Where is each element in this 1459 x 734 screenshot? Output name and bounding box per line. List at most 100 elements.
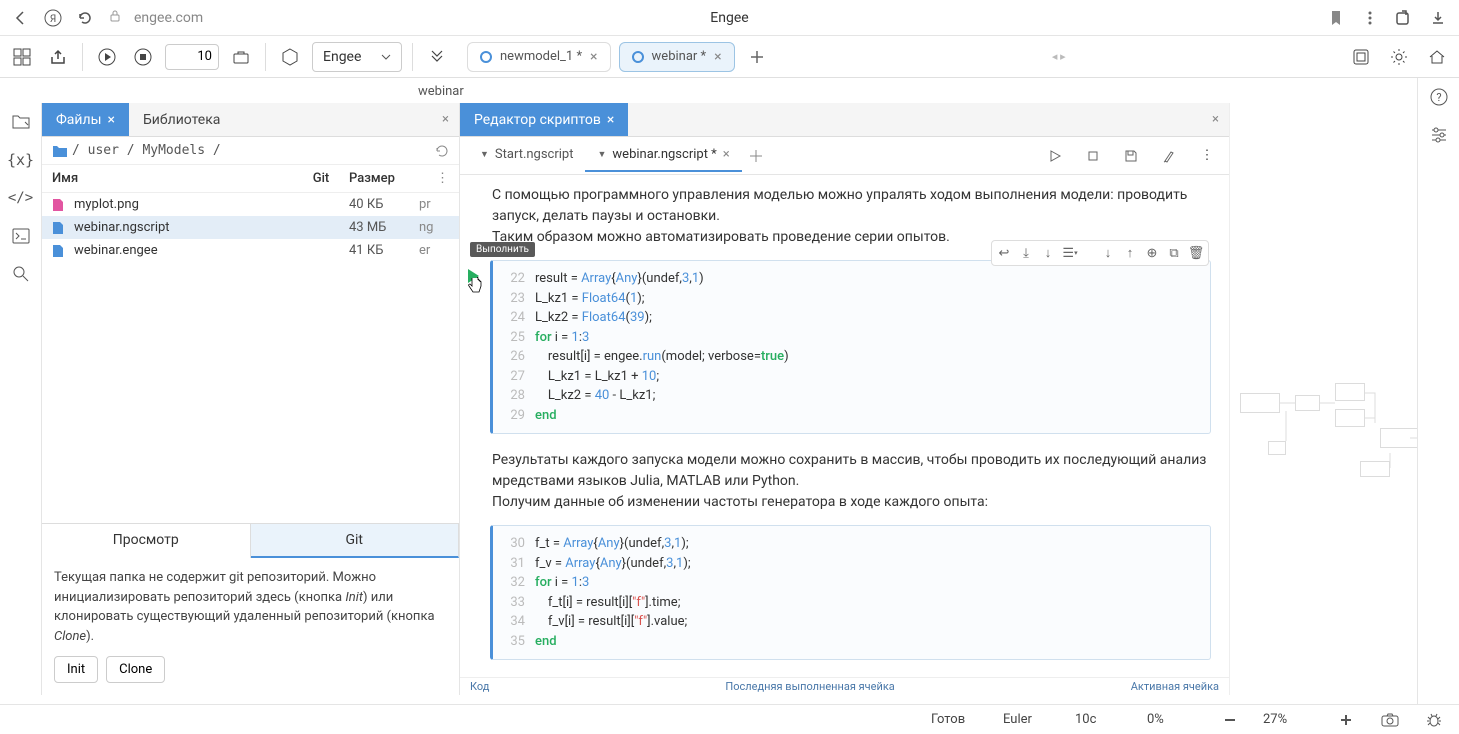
chevron-down-icon: ▼	[480, 149, 489, 160]
code-cell[interactable]: 30f_t = Array{Any}(undef,3,1);31f_v = Ar…	[490, 525, 1211, 660]
file-panel: Файлы × Библиотека × / user / MyModels /…	[42, 103, 460, 695]
toolbox-icon[interactable]	[227, 43, 255, 71]
home-icon[interactable]	[1423, 43, 1451, 71]
cell-toolbar: ↩ ⤓ ↓ ☰▾ ↓ ↑ ⊕ ⧉ 🗑	[991, 240, 1209, 266]
play-icon[interactable]	[93, 43, 121, 71]
left-rail: {x} </>	[0, 103, 42, 695]
tab-preview[interactable]: Просмотр	[42, 524, 251, 558]
tab-script-editor[interactable]: Редактор скриптов ×	[460, 103, 628, 136]
reload-icon[interactable]	[76, 9, 94, 27]
insert-icon[interactable]: ⊕	[1142, 243, 1162, 263]
panel-close-icon[interactable]: ×	[432, 112, 459, 127]
lock-icon	[108, 9, 126, 27]
close-icon[interactable]: ×	[107, 112, 114, 128]
tab-indicator-icon	[632, 51, 644, 63]
close-icon[interactable]: ×	[714, 49, 721, 65]
more-icon[interactable]	[1361, 9, 1379, 27]
init-button[interactable]: Init	[54, 656, 98, 683]
close-icon[interactable]: ×	[723, 147, 730, 162]
yandex-icon[interactable]: Я	[44, 9, 62, 27]
delete-icon[interactable]: 🗑	[1186, 243, 1206, 263]
folder-icon[interactable]	[8, 109, 34, 135]
export-icon[interactable]	[44, 43, 72, 71]
tab-git[interactable]: Git	[251, 524, 460, 558]
bug-icon[interactable]	[1423, 709, 1445, 731]
hex-icon[interactable]	[276, 43, 304, 71]
collapse-icon[interactable]	[423, 43, 451, 71]
svg-text:Я: Я	[50, 14, 56, 25]
run-below-icon[interactable]: ⤓	[1016, 243, 1036, 263]
run-tooltip: Выполнить	[470, 242, 535, 257]
download-icon[interactable]	[1429, 9, 1447, 27]
file-icon	[52, 221, 68, 235]
tab-library[interactable]: Библиотека	[129, 103, 234, 136]
search-icon[interactable]	[8, 261, 34, 287]
stop-icon[interactable]	[1079, 142, 1107, 170]
zoom-out-icon[interactable]	[1219, 709, 1241, 731]
sim-time-input[interactable]	[165, 44, 219, 70]
run-cell-icon[interactable]	[466, 268, 484, 286]
search-row: webinar	[0, 78, 1459, 103]
extensions-icon[interactable]	[1395, 9, 1413, 27]
file-tab-start[interactable]: ▼ Start.ngscript	[468, 139, 585, 172]
vars-icon[interactable]: {x}	[8, 147, 34, 173]
apps-icon[interactable]	[8, 43, 36, 71]
zoom-in-icon[interactable]	[1335, 709, 1357, 731]
breadcrumb[interactable]: / user / MyModels /	[42, 137, 459, 165]
file-table-header: Имя Git Размер ⋮	[42, 165, 459, 193]
copy-icon[interactable]: ⧉	[1164, 243, 1184, 263]
more-icon[interactable]: ⋮	[419, 171, 449, 186]
folder-icon	[52, 144, 68, 158]
save-icon[interactable]	[1117, 142, 1145, 170]
editor-footer: Код Последняя выполненная ячейка Активна…	[460, 677, 1229, 695]
tab-newmodel[interactable]: newmodel_1 * ×	[467, 42, 611, 72]
move-down-icon[interactable]: ↓	[1098, 243, 1118, 263]
tab-nav-icon[interactable]: ◂ ▸	[1052, 50, 1066, 63]
run-icon[interactable]	[1041, 142, 1069, 170]
url-bar[interactable]: engee.com	[108, 9, 203, 27]
text-paragraph: Результаты каждого запуска модели можно …	[490, 450, 1211, 513]
clone-button[interactable]: Clone	[106, 656, 165, 683]
status-bar: Готов Euler 10c 0% 27%	[0, 704, 1459, 734]
stop-icon[interactable]	[129, 43, 157, 71]
close-icon[interactable]: ×	[590, 49, 597, 65]
engine-select[interactable]: Engee	[312, 42, 402, 72]
status-solver[interactable]: Euler	[1003, 712, 1053, 727]
file-icon	[52, 244, 68, 258]
file-row[interactable]: webinar.engee41 КБer	[42, 239, 459, 262]
camera-icon[interactable]	[1379, 709, 1401, 731]
list-icon[interactable]: ☰▾	[1060, 243, 1080, 263]
close-icon[interactable]: ×	[607, 112, 614, 128]
back-icon[interactable]	[12, 9, 30, 27]
tab-webinar[interactable]: webinar * ×	[619, 42, 735, 72]
editor-panel: Редактор скриптов × × ▼ Start.ngscript ▼…	[460, 103, 1229, 695]
terminal-icon[interactable]	[8, 223, 34, 249]
download-icon[interactable]: ↓	[1038, 243, 1058, 263]
model-tabs: newmodel_1 * × webinar * ×	[467, 42, 771, 72]
page-title: Engee	[710, 10, 748, 26]
bookmark-icon[interactable]	[1327, 9, 1345, 27]
sliders-icon[interactable]	[1426, 122, 1452, 148]
file-row[interactable]: myplot.png40 КБpr	[42, 193, 459, 216]
tab-files[interactable]: Файлы ×	[42, 103, 129, 136]
workspace-icon[interactable]	[1347, 43, 1375, 71]
refresh-icon[interactable]	[435, 144, 449, 158]
app-toolbar: Engee newmodel_1 * × webinar * × ◂ ▸	[0, 36, 1459, 78]
help-icon[interactable]: ?	[1426, 84, 1452, 110]
code-cell[interactable]: 22result = Array{Any}(undef,3,1)23L_kz1 …	[490, 260, 1211, 434]
clean-icon[interactable]	[1155, 142, 1183, 170]
add-tab-icon[interactable]	[743, 43, 771, 71]
panel-close-icon[interactable]: ×	[1202, 112, 1229, 127]
status-time: 10c	[1075, 712, 1125, 727]
wrap-icon[interactable]: ↩	[994, 243, 1014, 263]
code-icon[interactable]: </>	[8, 185, 34, 211]
browser-bar: Я engee.com Engee	[0, 0, 1459, 36]
file-row[interactable]: webinar.ngscript43 МБng	[42, 216, 459, 239]
status-progress: 0%	[1147, 712, 1197, 727]
move-up-icon[interactable]: ↑	[1120, 243, 1140, 263]
add-tab-icon[interactable]	[742, 142, 770, 170]
text-paragraph: С помощью программного управления модель…	[490, 185, 1211, 248]
file-tab-webinar[interactable]: ▼ webinar.ngscript * ×	[585, 139, 741, 172]
gear-icon[interactable]	[1385, 43, 1413, 71]
more-icon[interactable]: ⋮	[1193, 142, 1221, 170]
